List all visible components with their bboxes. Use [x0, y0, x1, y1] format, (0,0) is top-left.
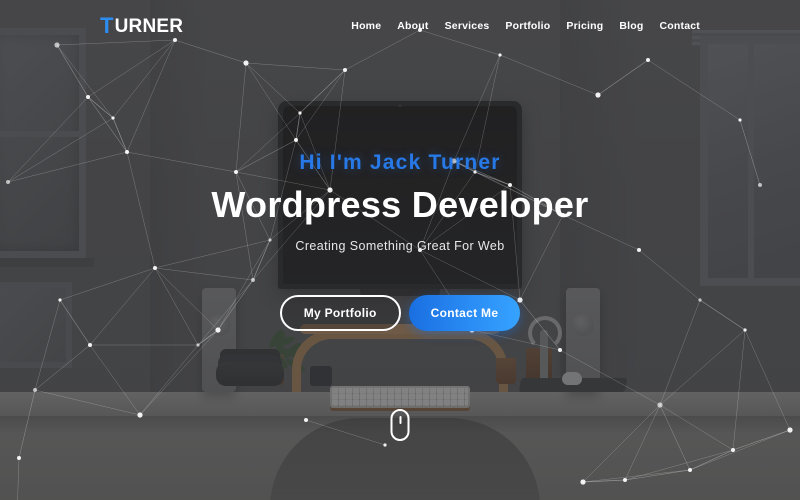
- hero-content: T URNER Home About Services Portfolio Pricing…: [0, 0, 800, 500]
- hero-section: T URNER Home About Services Portfolio Pricing…: [0, 0, 800, 500]
- site-logo[interactable]: T URNER: [100, 15, 183, 37]
- my-portfolio-button[interactable]: My Portfolio: [279, 295, 401, 331]
- nav-item-about[interactable]: About: [397, 20, 428, 32]
- nav-item-blog[interactable]: Blog: [619, 20, 643, 32]
- contact-me-button[interactable]: Contact Me: [408, 295, 521, 331]
- nav-item-contact[interactable]: Contact: [660, 20, 700, 32]
- site-header: T URNER Home About Services Portfolio Pricing…: [0, 0, 800, 52]
- nav-item-portfolio[interactable]: Portfolio: [505, 20, 550, 32]
- hero-greeting: Hi I'm Jack Turner: [299, 151, 501, 174]
- hero-copy: Hi I'm Jack Turner Wordpress Developer C…: [0, 150, 800, 253]
- mouse-scroll-icon[interactable]: [390, 409, 410, 441]
- logo-text: URNER: [114, 15, 184, 37]
- nav-item-home[interactable]: Home: [351, 20, 381, 32]
- hero-tagline: Creating Something Great For Web: [295, 238, 505, 253]
- mouse-wheel: [399, 416, 401, 424]
- logo-accent-letter: T: [100, 13, 114, 38]
- nav-item-services[interactable]: Services: [445, 20, 490, 32]
- hero-cta-row: My Portfolio Contact Me: [0, 295, 800, 331]
- nav-item-pricing[interactable]: Pricing: [566, 20, 603, 32]
- hero-headline: Wordpress Developer: [211, 184, 589, 226]
- main-navigation[interactable]: Home About Services Portfolio Pricing Blog Con…: [351, 20, 700, 32]
